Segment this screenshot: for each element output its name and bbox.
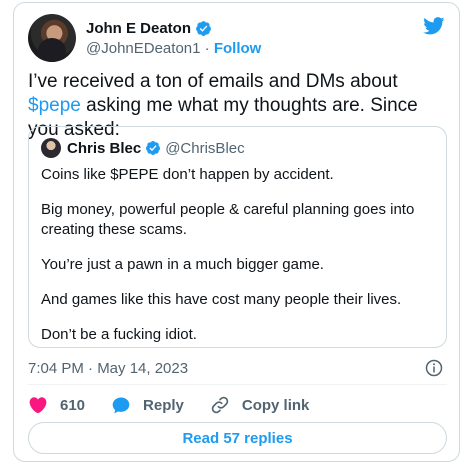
- tweet-text-part1: I’ve received a ton of emails and DMs ab…: [28, 71, 398, 92]
- quoted-author-handle: @ChrisBlec: [165, 139, 245, 157]
- author-name-row: John E Deaton: [86, 18, 212, 38]
- quoted-author-name: Chris Blec: [67, 139, 142, 157]
- tweet-timestamp[interactable]: 7:04 PM · May 14, 2023: [28, 360, 188, 377]
- follow-button[interactable]: Follow: [214, 40, 262, 57]
- quoted-paragraph: You’re just a pawn in a much bigger game…: [41, 256, 324, 273]
- handle-separator: ·: [204, 40, 210, 57]
- tweet-card: John E Deaton @JohnEDeaton1 · Follow I’v…: [13, 2, 460, 462]
- quoted-paragraph: And games like this have cost many peopl…: [41, 291, 402, 308]
- divider: [28, 384, 447, 385]
- quoted-tweet[interactable]: Chris Blec @ChrisBlec Coins like $PEPE d…: [28, 126, 447, 348]
- quoted-author-avatar: [41, 138, 61, 158]
- copy-link-button[interactable]: Copy link: [210, 395, 310, 415]
- cashtag-link[interactable]: $pepe: [28, 95, 81, 116]
- avatar-figure: [38, 38, 66, 62]
- reply-label: Reply: [143, 396, 184, 414]
- verified-badge-icon: [196, 20, 211, 36]
- action-bar: 610 Reply Copy link: [28, 393, 335, 417]
- author-display-name[interactable]: John E Deaton: [86, 20, 191, 37]
- quoted-tweet-header: Chris Blec @ChrisBlec: [41, 138, 245, 158]
- twitter-bird-icon[interactable]: [423, 17, 445, 35]
- like-button[interactable]: 610: [28, 395, 85, 415]
- info-icon[interactable]: [425, 359, 443, 377]
- link-icon: [211, 396, 229, 414]
- author-avatar[interactable]: [28, 14, 76, 62]
- like-count: 610: [60, 396, 86, 414]
- heart-icon: [29, 397, 47, 414]
- copy-link-label: Copy link: [241, 396, 310, 414]
- author-handle-row: @JohnEDeaton1 · Follow: [86, 40, 261, 57]
- quoted-tweet-body: Coins like $PEPE don’t happen by acciden…: [41, 165, 436, 360]
- quoted-paragraph: Don’t be a fucking idiot.: [41, 326, 197, 343]
- speech-bubble-icon: [112, 397, 130, 414]
- read-replies-button[interactable]: Read 57 replies: [28, 422, 447, 454]
- author-handle[interactable]: @JohnEDeaton1: [86, 40, 200, 57]
- quoted-paragraph: Big money, powerful people & careful pla…: [41, 201, 415, 238]
- reply-button[interactable]: Reply: [111, 395, 184, 415]
- verified-badge-icon: [146, 141, 161, 155]
- quoted-paragraph: Coins like $PEPE don’t happen by acciden…: [41, 166, 334, 183]
